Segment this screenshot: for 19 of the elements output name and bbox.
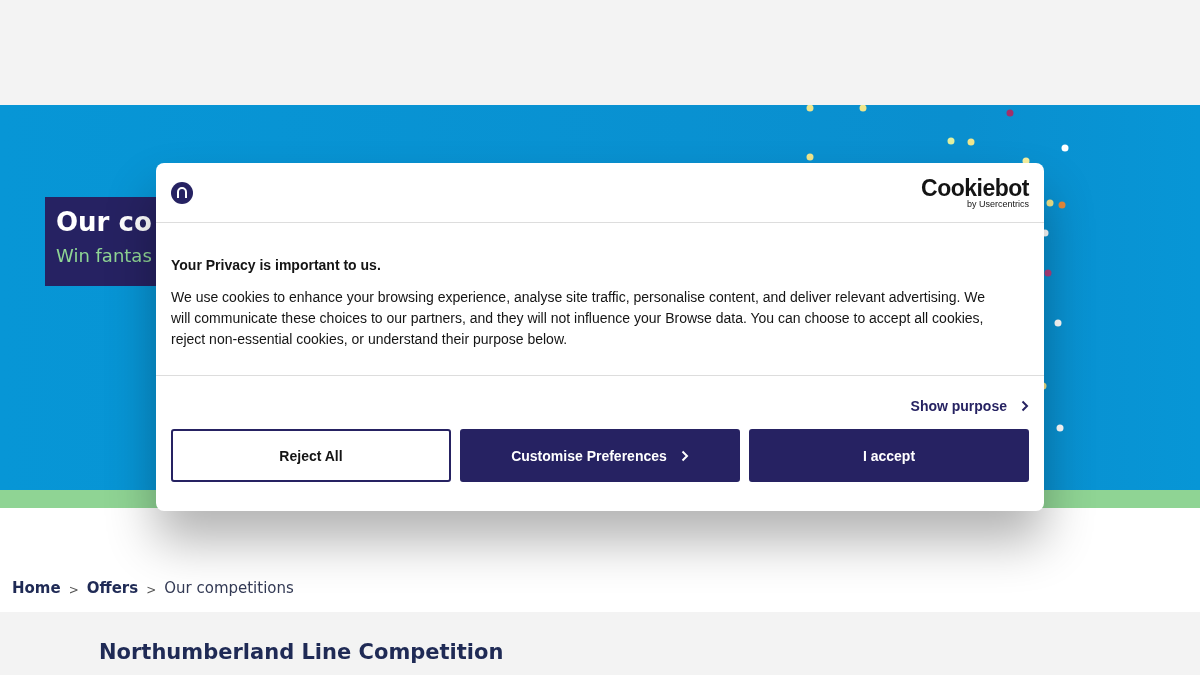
breadcrumb-link[interactable]: Home [12,579,61,597]
hero-subtitle: Win fantas [56,245,152,266]
breadcrumb-link[interactable]: Offers [86,579,139,597]
chevron-icon [680,449,689,462]
section-heading: Northumberland Line Competition [99,640,505,664]
breadcrumb-separator: > [146,583,157,597]
customise-button[interactable]: Customise Preferences [460,429,740,482]
chevron-icon [1021,400,1029,412]
brand-logo-text: Cookiebot [921,176,1029,200]
hero-title: Our co [56,207,152,237]
brand-byline: by Usercentrics [967,199,1029,209]
accept-button[interactable]: I accept [749,429,1029,482]
show-purpose-link[interactable]: Show purpose [910,398,1029,414]
arch-logo-icon [171,181,193,204]
dialog-title: Your Privacy is important to us. [171,257,382,273]
dialog-text: We use cookies to enhance your browsing experience, analyse site traffic, personalise content, and deliver relevant advertising. We will communicate these choices to our partners, and they will not influence your Browse data. You can choose to accept all cookies, reject non-essential cookies, or understand their purpose below. [171,288,986,349]
breadcrumb-current: Our competitions [164,579,294,597]
reject-button[interactable]: Reject All [171,429,451,482]
breadcrumb-separator: > [68,583,79,597]
